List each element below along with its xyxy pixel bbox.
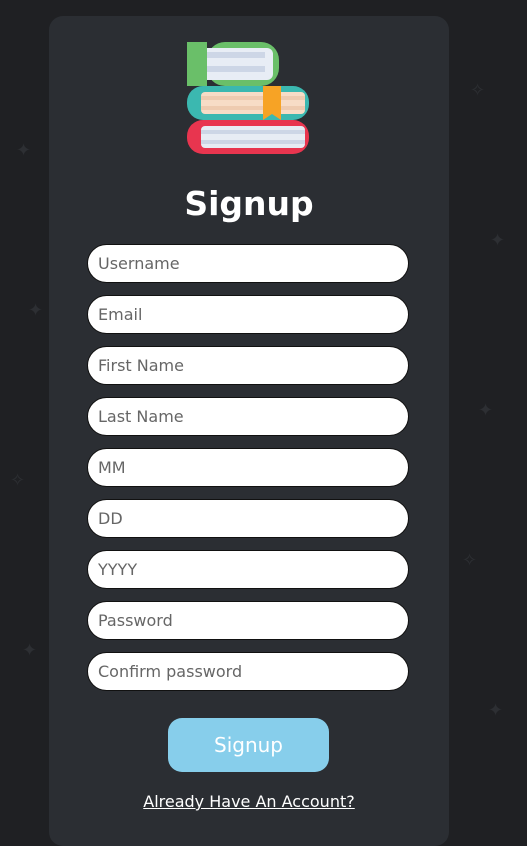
sparkle-icon: ✦	[490, 230, 506, 251]
birth-month-field[interactable]	[87, 448, 409, 487]
login-link[interactable]: Already Have An Account?	[49, 792, 449, 811]
sparkle-icon: ✦	[488, 700, 504, 721]
confirm-password-field[interactable]	[87, 652, 409, 691]
first-name-field[interactable]	[87, 346, 409, 385]
books-stack-icon	[187, 42, 309, 154]
sparkle-icon: ✧	[462, 550, 478, 571]
password-field[interactable]	[87, 601, 409, 640]
sparkle-icon: ✦	[22, 640, 38, 661]
signup-card: Signup Signup Already Have An Account?	[49, 16, 449, 846]
sparkle-icon: ✦	[16, 140, 32, 161]
sparkle-icon: ✦	[28, 300, 44, 321]
email-field[interactable]	[87, 295, 409, 334]
sparkle-icon: ✦	[478, 400, 494, 421]
page-title: Signup	[184, 184, 314, 223]
sparkle-icon: ✧	[10, 470, 26, 491]
birth-day-field[interactable]	[87, 499, 409, 538]
username-field[interactable]	[87, 244, 409, 283]
last-name-field[interactable]	[87, 397, 409, 436]
signup-button[interactable]: Signup	[168, 718, 329, 772]
sparkle-icon: ✧	[470, 80, 486, 101]
birth-year-field[interactable]	[87, 550, 409, 589]
